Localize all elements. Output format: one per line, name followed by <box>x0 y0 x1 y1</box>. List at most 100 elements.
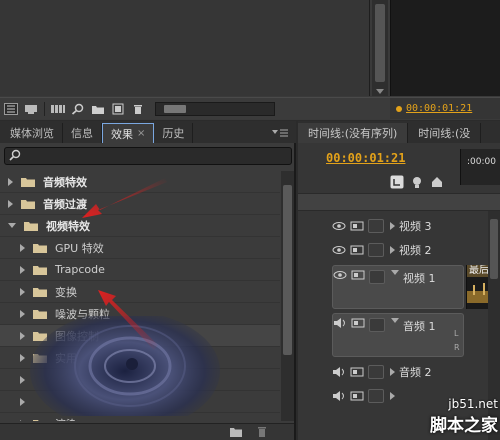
icon-view-icon[interactable] <box>24 103 38 115</box>
effects-panel: 媒体浏览 信息 效果 × 历史 音频特效 音频过渡 视频特效 GPU 特效 Tr… <box>0 121 296 440</box>
project-horizontal-scrollbar[interactable] <box>155 101 275 116</box>
collapse-arrow-icon[interactable] <box>391 270 399 275</box>
lock-toggle[interactable] <box>368 365 384 379</box>
timeline-timecode[interactable]: 00:00:01:21 <box>326 151 405 165</box>
expand-arrow-icon[interactable] <box>20 419 25 421</box>
track-video-1[interactable]: 视频 1 <box>332 265 464 309</box>
expand-arrow-icon[interactable] <box>8 177 13 186</box>
lock-toggle[interactable] <box>368 219 384 233</box>
track-video-2[interactable]: 视频 2 <box>332 239 464 261</box>
effects-tree: 音频特效 音频过渡 视频特效 GPU 特效 Trapcode 变换 噪波与颗粒 … <box>0 171 280 421</box>
expand-arrow-icon[interactable] <box>8 199 13 208</box>
tree-item-gpu-effects[interactable]: GPU 特效 <box>0 237 280 259</box>
tree-item-trapcode[interactable]: Trapcode <box>0 259 280 281</box>
expand-arrow-icon[interactable] <box>20 397 25 406</box>
timeline-ruler[interactable]: :00:00 <box>460 149 500 185</box>
lock-toggle[interactable] <box>369 270 385 284</box>
tab-history[interactable]: 历史 <box>154 123 194 143</box>
scroll-thumb[interactable] <box>375 4 385 82</box>
watermark-domain: jb51.net <box>448 397 498 411</box>
tree-item-video-effects[interactable]: 视频特效 <box>0 215 280 237</box>
tab-info[interactable]: 信息 <box>63 123 102 143</box>
tree-item-hidden[interactable] <box>0 369 280 391</box>
tab-media-browser[interactable]: 媒体浏览 <box>2 123 63 143</box>
tree-item-image-control[interactable]: 图像控制 <box>0 325 280 347</box>
search-input[interactable] <box>25 149 291 163</box>
track-name: 视频 1 <box>403 272 436 285</box>
expand-arrow-icon[interactable] <box>20 331 25 340</box>
folder-icon <box>21 177 35 187</box>
tree-item-audio-transitions[interactable]: 音频过渡 <box>0 193 280 215</box>
automate-to-sequence-icon[interactable] <box>51 103 65 115</box>
tree-item-hidden[interactable] <box>0 391 280 413</box>
close-icon[interactable]: × <box>137 128 145 139</box>
snap-icon[interactable] <box>390 175 404 189</box>
speaker-icon[interactable] <box>332 391 346 401</box>
project-view[interactable] <box>0 0 370 96</box>
tree-item-noise-grain[interactable]: 噪波与颗粒 <box>0 303 280 325</box>
lock-toggle[interactable] <box>369 318 385 332</box>
film-icon[interactable] <box>350 245 364 255</box>
monitor-timecode[interactable]: 00:00:01:21 <box>406 103 472 114</box>
expand-arrow-icon[interactable] <box>20 309 25 318</box>
tree-item-utility[interactable]: 实用 <box>0 347 280 369</box>
tab-timeline-2[interactable]: 时间线:(没 <box>408 123 482 143</box>
search-box[interactable] <box>4 147 292 165</box>
expand-arrow-icon[interactable] <box>20 243 25 252</box>
expand-arrow-icon[interactable] <box>20 265 25 274</box>
film-icon[interactable] <box>350 367 364 377</box>
panel-menu-icon[interactable] <box>270 128 290 138</box>
expand-arrow-icon[interactable] <box>390 246 395 254</box>
film-icon[interactable] <box>350 391 364 401</box>
folder-icon <box>33 353 47 363</box>
new-bin-icon[interactable] <box>91 103 105 115</box>
film-icon[interactable] <box>350 221 364 231</box>
project-vertical-scrollbar[interactable] <box>372 0 388 96</box>
set-marker-icon[interactable] <box>410 175 424 189</box>
collapse-arrow-icon[interactable] <box>8 223 16 228</box>
tree-item-render[interactable]: 渲染 <box>0 413 280 421</box>
expand-arrow-icon[interactable] <box>20 353 25 362</box>
new-custom-bin-icon[interactable] <box>230 427 242 437</box>
clear-trash-icon[interactable] <box>131 103 145 115</box>
search-icon <box>9 149 21 164</box>
delete-icon[interactable] <box>256 427 268 437</box>
track-audio-2[interactable]: 音频 2 <box>332 361 464 383</box>
list-view-icon[interactable] <box>4 102 18 115</box>
expand-arrow-icon[interactable] <box>390 368 395 376</box>
timeline-work-area-bar[interactable] <box>298 193 500 211</box>
expand-arrow-icon[interactable] <box>20 287 25 296</box>
expand-arrow-icon[interactable] <box>390 222 395 230</box>
speaker-icon[interactable] <box>332 367 346 377</box>
track-video-3[interactable]: 视频 3 <box>332 215 464 237</box>
tree-item-audio-effects[interactable]: 音频特效 <box>0 171 280 193</box>
tree-item-label: 视频特效 <box>46 219 90 233</box>
tree-item-label: 音频过渡 <box>43 197 87 211</box>
tree-vertical-scrollbar[interactable] <box>281 171 294 421</box>
lock-toggle[interactable] <box>368 243 384 257</box>
tab-timeline[interactable]: 时间线:(没有序列) <box>298 123 409 143</box>
expand-arrow-icon[interactable] <box>20 375 25 384</box>
encore-marker-icon[interactable] <box>430 175 444 189</box>
collapse-arrow-icon[interactable] <box>391 318 399 323</box>
new-item-icon[interactable] <box>111 103 125 115</box>
tree-item-transform[interactable]: 变换 <box>0 281 280 303</box>
eye-icon[interactable] <box>332 245 346 255</box>
scroll-thumb[interactable] <box>283 185 292 355</box>
speaker-icon[interactable] <box>333 318 347 328</box>
tab-label: 历史 <box>162 127 185 140</box>
film-icon[interactable] <box>351 270 365 280</box>
tab-effects[interactable]: 效果 × <box>102 123 155 143</box>
scroll-thumb[interactable] <box>490 219 498 279</box>
panel-tab-bar: 媒体浏览 信息 效果 × 历史 <box>0 121 296 143</box>
eye-icon[interactable] <box>332 221 346 231</box>
track-name: 音频 2 <box>399 366 432 379</box>
find-icon[interactable] <box>71 103 85 115</box>
track-audio-1[interactable]: 音频 1 <box>332 313 464 357</box>
hscroll-thumb[interactable] <box>164 104 186 113</box>
scroll-down-arrow-icon[interactable] <box>376 89 384 94</box>
tree-item-label: 图像控制 <box>55 329 99 343</box>
eye-icon[interactable] <box>333 270 347 280</box>
film-icon[interactable] <box>351 318 365 328</box>
folder-icon <box>21 199 35 209</box>
